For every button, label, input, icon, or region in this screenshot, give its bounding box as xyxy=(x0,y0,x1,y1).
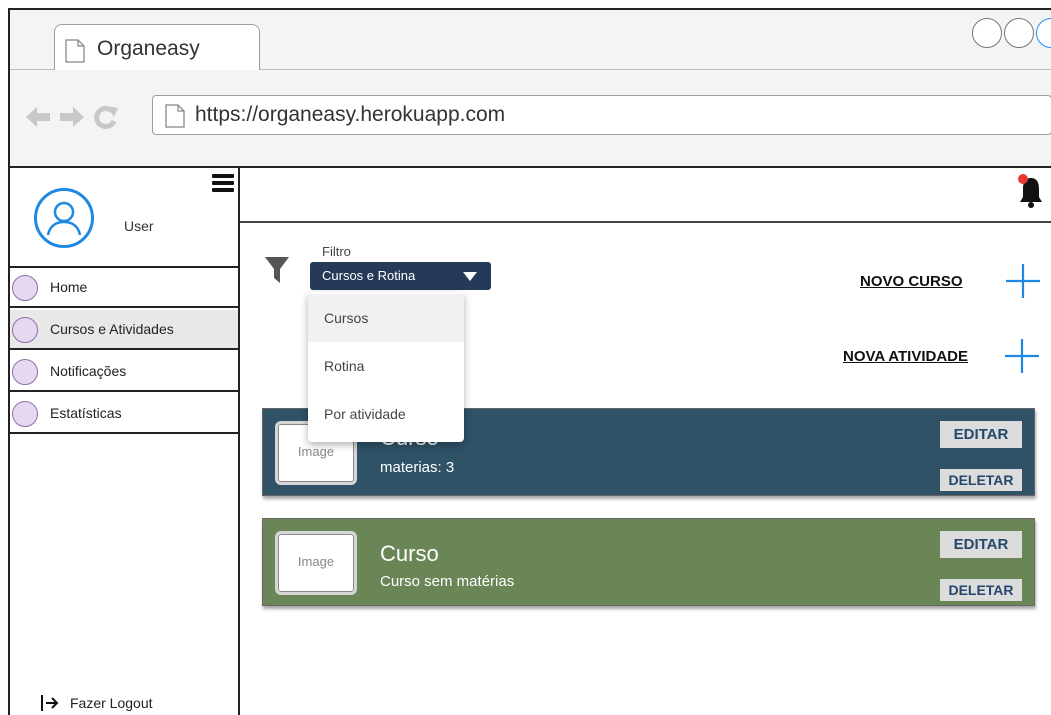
circle-icon xyxy=(12,359,38,385)
delete-button[interactable]: DELETAR xyxy=(940,579,1022,601)
new-activity-link[interactable]: NOVA ATIVIDADE xyxy=(843,348,968,365)
edit-button[interactable]: EDITAR xyxy=(940,421,1022,448)
reload-icon[interactable] xyxy=(92,104,120,130)
sidebar: User Home Cursos e Atividades Notificaçõ… xyxy=(10,168,240,715)
tab-title: Organeasy xyxy=(97,37,200,60)
logout-label: Fazer Logout xyxy=(70,695,153,711)
avatar[interactable] xyxy=(34,188,94,248)
filter-selected-value: Cursos e Rotina xyxy=(322,268,416,283)
sidebar-item-label: Home xyxy=(50,279,88,295)
sidebar-item-label: Estatísticas xyxy=(50,405,122,421)
circle-icon xyxy=(12,275,38,301)
logout-button[interactable]: Fazer Logout xyxy=(40,694,153,712)
main-content: Filtro Cursos e Rotina Cursos Rotina Por… xyxy=(240,168,1051,715)
dropdown-option-por-atividade[interactable]: Por atividade xyxy=(308,390,464,438)
plus-icon[interactable] xyxy=(1002,336,1042,376)
address-bar: https://organeasy.herokuapp.com xyxy=(10,70,1051,168)
dropdown-option-cursos[interactable]: Cursos xyxy=(308,294,464,342)
document-icon xyxy=(65,39,85,63)
window-controls xyxy=(972,18,1051,48)
browser-tab[interactable]: Organeasy xyxy=(54,24,260,71)
sidebar-item-estatisticas[interactable]: Estatísticas xyxy=(10,394,238,434)
window-control-icon[interactable] xyxy=(972,18,1002,48)
dropdown-option-rotina[interactable]: Rotina xyxy=(308,342,464,390)
tab-bar: Organeasy xyxy=(10,10,1051,71)
forward-arrow-icon[interactable] xyxy=(58,105,86,129)
sidebar-item-notificacoes[interactable]: Notificações xyxy=(10,352,238,392)
plus-icon[interactable] xyxy=(1003,261,1043,301)
edit-button[interactable]: EDITAR xyxy=(940,531,1022,558)
delete-button[interactable]: DELETAR xyxy=(940,469,1022,491)
url-field[interactable]: https://organeasy.herokuapp.com xyxy=(152,95,1051,135)
bell-icon[interactable] xyxy=(1018,174,1044,210)
circle-icon xyxy=(12,317,38,343)
navigation-controls xyxy=(24,104,120,130)
sidebar-item-label: Cursos e Atividades xyxy=(50,321,174,337)
sidebar-item-label: Notificações xyxy=(50,363,127,379)
sidebar-item-cursos[interactable]: Cursos e Atividades xyxy=(10,310,238,350)
filter-dropdown: Cursos Rotina Por atividade xyxy=(308,292,464,442)
document-icon xyxy=(165,104,185,128)
window-control-icon[interactable] xyxy=(1036,18,1051,48)
course-title: Curso xyxy=(380,541,439,566)
filter-select[interactable]: Cursos e Rotina xyxy=(310,262,491,290)
course-image: Image xyxy=(275,531,357,595)
notification-dot xyxy=(1018,174,1028,184)
menu-icon[interactable] xyxy=(212,174,234,192)
sidebar-item-home[interactable]: Home xyxy=(10,268,238,308)
top-strip xyxy=(240,168,1051,223)
user-name: User xyxy=(124,218,154,234)
circle-icon xyxy=(12,401,38,427)
user-area: User xyxy=(10,168,238,268)
filter-icon[interactable] xyxy=(264,256,290,284)
filter-label: Filtro xyxy=(322,244,351,259)
new-course-link[interactable]: NOVO CURSO xyxy=(860,273,963,290)
user-icon xyxy=(46,201,82,236)
url-text: https://organeasy.herokuapp.com xyxy=(195,103,506,126)
caret-down-icon xyxy=(463,272,477,281)
back-arrow-icon[interactable] xyxy=(24,105,52,129)
course-subtitle: Curso sem matérias xyxy=(380,573,515,590)
course-subtitle: materias: 3 xyxy=(380,459,455,476)
course-card[interactable]: Image Curso Curso sem matérias EDITAR DE… xyxy=(262,518,1035,606)
window-control-icon[interactable] xyxy=(1004,18,1034,48)
browser-window: Organeasy https://organeasy.herokuapp.co… xyxy=(8,8,1051,715)
logout-icon xyxy=(41,695,59,711)
